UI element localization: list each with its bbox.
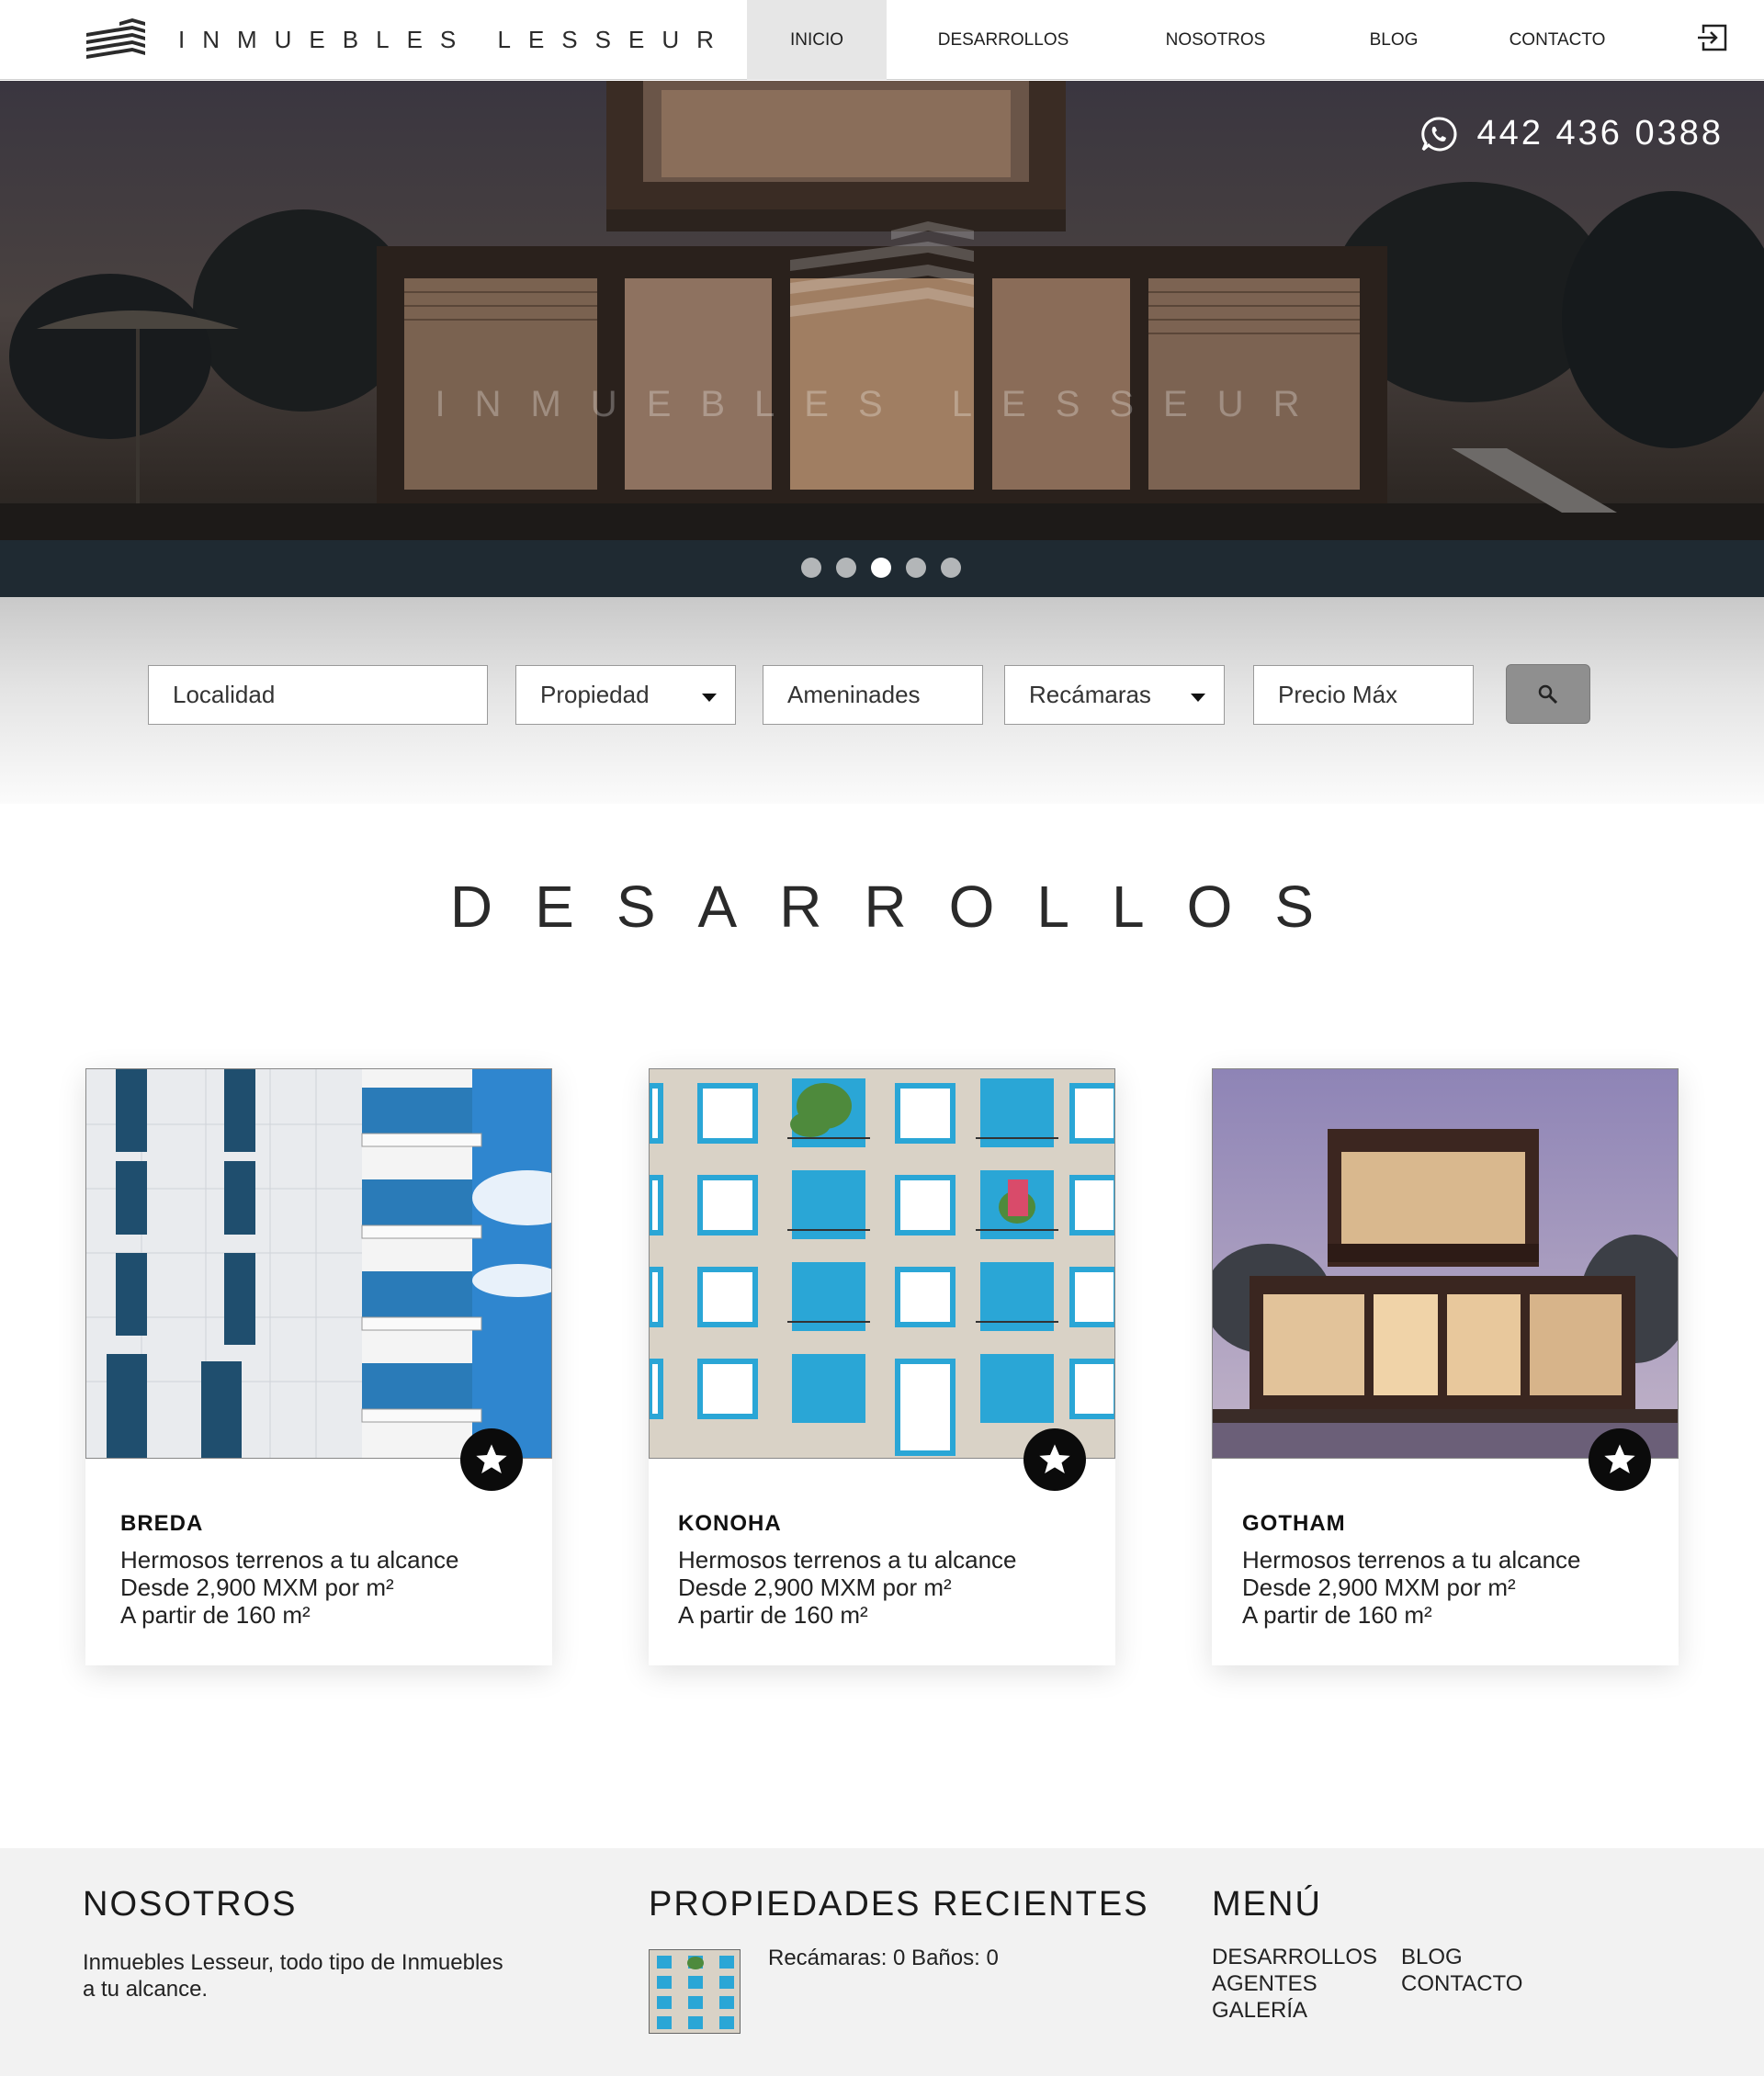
- footer-link-galeria[interactable]: GALERÍA: [1212, 1998, 1307, 2024]
- card-description: Hermosos terrenos a tu alcance: [120, 1546, 459, 1574]
- brand-name: INMUEBLES LESSEUR: [178, 25, 731, 53]
- card-area: A partir de 160 m²: [120, 1601, 311, 1629]
- whatsapp-phone[interactable]: 442 436 0388: [1420, 114, 1724, 153]
- slider-dot-2[interactable]: [836, 558, 856, 578]
- slider-dot-5[interactable]: [941, 558, 961, 578]
- hero-house-image: [0, 81, 1764, 597]
- development-card-breda[interactable]: BREDA Hermosos terrenos a tu alcance Des…: [85, 1068, 552, 1665]
- card-price: Desde 2,900 MXM por m²: [678, 1574, 952, 1601]
- nav-contacto[interactable]: CONTACTO: [1476, 0, 1638, 80]
- building-image: [86, 1069, 551, 1458]
- card-price: Desde 2,900 MXM por m²: [1242, 1574, 1516, 1601]
- card-title: BREDA: [120, 1511, 204, 1536]
- chevron-down-icon: [702, 694, 717, 702]
- recent-property-image: [650, 1950, 740, 2033]
- slider-dot-4[interactable]: [906, 558, 926, 578]
- site-footer: NOSOTROS Inmuebles Lesseur, todo tipo de…: [0, 1848, 1764, 2076]
- watermark-logo-icon: [790, 221, 974, 317]
- card-image: [85, 1068, 552, 1459]
- search-bar: Localidad Propiedad Ameninades Recámaras…: [0, 597, 1764, 804]
- slider-dot-3[interactable]: [871, 558, 891, 578]
- recamaras-label: Recámaras: [1029, 681, 1151, 708]
- propiedad-label: Propiedad: [540, 681, 650, 708]
- footer-about-line-1: Inmuebles Lesseur, todo tipo de Inmueble…: [83, 1950, 503, 1975]
- card-image: [1212, 1068, 1679, 1459]
- star-icon: [476, 1444, 507, 1473]
- card-price: Desde 2,900 MXM por m²: [120, 1574, 394, 1601]
- star-icon: [1604, 1444, 1635, 1473]
- card-description: Hermosos terrenos a tu alcance: [1242, 1546, 1581, 1574]
- footer-link-contacto[interactable]: CONTACTO: [1401, 1971, 1522, 1997]
- propiedad-select[interactable]: Propiedad: [515, 665, 736, 725]
- footer-menu-title: MENÚ: [1212, 1885, 1322, 1924]
- site-header: INMUEBLES LESSEUR INICIO DESARROLLOS NOS…: [0, 0, 1764, 80]
- card-area: A partir de 160 m²: [1242, 1601, 1432, 1629]
- nav-inicio[interactable]: INICIO: [747, 0, 887, 80]
- localidad-input[interactable]: Localidad: [148, 665, 488, 725]
- card-title: KONOHA: [678, 1511, 782, 1536]
- login-icon[interactable]: [1696, 24, 1727, 51]
- card-area: A partir de 160 m²: [678, 1601, 868, 1629]
- hero-slider: INMUEBLES LESSEUR 442 436 0388: [0, 81, 1764, 597]
- nav-nosotros[interactable]: NOSOTROS: [1120, 0, 1311, 80]
- phone-number: 442 436 0388: [1476, 114, 1724, 152]
- footer-link-blog[interactable]: BLOG: [1401, 1945, 1463, 1970]
- house-image: [1213, 1069, 1678, 1458]
- card-image: [649, 1068, 1115, 1459]
- precio-max-input[interactable]: Precio Máx: [1253, 665, 1474, 725]
- star-icon: [1039, 1444, 1070, 1473]
- favorite-button[interactable]: [1023, 1428, 1086, 1491]
- chevron-down-icon: [1191, 694, 1205, 702]
- building-image: [650, 1069, 1114, 1458]
- footer-about-line-2: a tu alcance.: [83, 1977, 209, 2002]
- footer-about-title: NOSOTROS: [83, 1885, 298, 1924]
- card-description: Hermosos terrenos a tu alcance: [678, 1546, 1017, 1574]
- footer-recent-title: PROPIEDADES RECIENTES: [649, 1885, 1149, 1924]
- nav-desarrollos[interactable]: DESARROLLOS: [887, 0, 1120, 80]
- favorite-button[interactable]: [1589, 1428, 1651, 1491]
- hero-watermark-text: INMUEBLES LESSEUR: [435, 384, 1329, 424]
- whatsapp-icon: [1420, 116, 1457, 151]
- brand-logo[interactable]: INMUEBLES LESSEUR: [85, 18, 731, 61]
- search-icon: [1538, 684, 1558, 704]
- recent-property-info[interactable]: Recámaras: 0 Baños: 0: [768, 1945, 999, 1971]
- development-card-gotham[interactable]: GOTHAM Hermosos terrenos a tu alcance De…: [1212, 1068, 1679, 1665]
- favorite-button[interactable]: [460, 1428, 523, 1491]
- footer-link-agentes[interactable]: AGENTES: [1212, 1971, 1317, 1997]
- slider-dot-1[interactable]: [801, 558, 821, 578]
- main-nav: INICIO DESARROLLOS NOSOTROS BLOG CONTACT…: [747, 0, 1638, 80]
- amenidades-input[interactable]: Ameninades: [763, 665, 983, 725]
- logo-icon: [86, 18, 145, 59]
- slider-dots: [801, 558, 961, 578]
- recent-property-thumbnail[interactable]: [649, 1949, 741, 2034]
- footer-link-desarrollos[interactable]: DESARROLLOS: [1212, 1945, 1377, 1970]
- development-card-konoha[interactable]: KONOHA Hermosos terrenos a tu alcance De…: [649, 1068, 1115, 1665]
- hero-watermark-logo: [0, 214, 1764, 338]
- card-title: GOTHAM: [1242, 1511, 1346, 1536]
- nav-blog[interactable]: BLOG: [1311, 0, 1476, 80]
- section-title-desarrollos: DESARROLLOS: [449, 874, 1357, 940]
- recamaras-select[interactable]: Recámaras: [1004, 665, 1225, 725]
- search-button[interactable]: [1506, 664, 1590, 724]
